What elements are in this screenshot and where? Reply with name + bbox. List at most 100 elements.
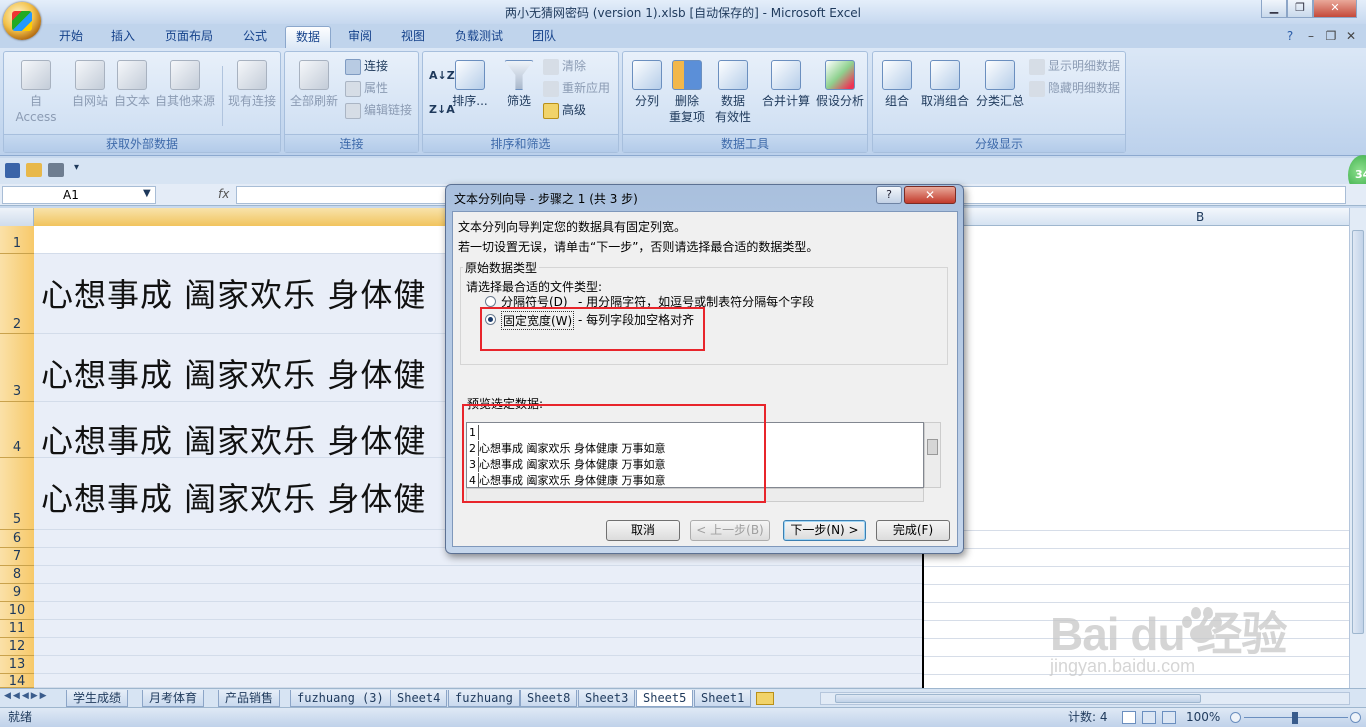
table-row[interactable] (34, 674, 922, 688)
tab-home[interactable]: 开始 (48, 26, 94, 48)
what-if-analysis-button[interactable]: 假设分析 (813, 60, 867, 109)
show-detail-button[interactable]: 显示明细数据 (1029, 58, 1120, 75)
subtotal-button[interactable]: 分类汇总 (973, 60, 1027, 109)
tab-formulas[interactable]: 公式 (232, 26, 278, 48)
tab-data[interactable]: 数据 (285, 26, 331, 48)
zoom-out-icon[interactable] (1230, 712, 1241, 723)
name-box[interactable]: A1 (2, 186, 156, 204)
sheet-tab[interactable]: 学生成绩 (66, 690, 129, 707)
insert-function-icon[interactable]: fx (160, 186, 236, 204)
window-title: 两小无猜网密码 (version 1).xlsb [自动保存的] - Micro… (504, 6, 862, 20)
tab-review[interactable]: 审阅 (337, 26, 383, 48)
table-row[interactable] (34, 566, 922, 584)
edit-links-button[interactable]: 编辑链接 (345, 102, 412, 119)
tab-page-layout[interactable]: 页面布局 (154, 26, 224, 48)
group-get-external-data: 自 Access 自网站 自文本 自其他来源 现有连接 获取外部数据 (3, 51, 281, 153)
sheet-tab[interactable]: 产品销售 (218, 690, 281, 707)
insert-sheet-icon[interactable] (756, 692, 774, 705)
table-row[interactable] (34, 584, 922, 602)
cancel-button[interactable]: 取消 (606, 520, 680, 541)
ribbon-help-icon[interactable]: ? (1280, 26, 1300, 48)
baidu-watermark: Bai du 经验 jingyan.baidu.com (1050, 598, 1290, 688)
office-logo-icon (12, 11, 32, 31)
horizontal-scrollbar-thumb[interactable] (835, 694, 1201, 703)
tab-team[interactable]: 团队 (521, 26, 567, 48)
from-text-button[interactable]: 自文本 (110, 60, 154, 109)
sheet-tab[interactable]: Sheet3 (578, 690, 636, 707)
from-access-button[interactable]: 自 Access (8, 60, 64, 125)
page-break-view-icon[interactable] (1162, 711, 1176, 724)
data-validation-button[interactable]: 数据 有效性 (711, 60, 755, 125)
sheet-tab-active[interactable]: Sheet5 (636, 690, 694, 707)
dialog-description: 文本分列向导判定您的数据具有固定列宽。 (458, 220, 687, 234)
tab-load-test[interactable]: 负载测试 (444, 26, 514, 48)
tab-insert[interactable]: 插入 (100, 26, 146, 48)
hide-detail-button[interactable]: 隐藏明细数据 (1029, 80, 1120, 97)
vertical-scrollbar[interactable] (1349, 208, 1366, 688)
consolidate-icon (771, 60, 801, 90)
print-icon[interactable] (48, 163, 64, 177)
next-button[interactable]: 下一步(N) > (783, 520, 866, 541)
existing-connections-button[interactable]: 现有连接 (224, 60, 280, 109)
group-button[interactable]: 组合 (877, 60, 917, 109)
minimize-button[interactable]: ▁ (1261, 0, 1287, 18)
table-row[interactable] (34, 656, 922, 674)
office-button[interactable] (3, 2, 41, 40)
zoom-level[interactable]: 100% (1186, 708, 1220, 727)
refresh-all-button[interactable]: 全部刷新 (287, 60, 341, 109)
back-button[interactable]: < 上一步(B) (690, 520, 770, 541)
select-all-corner[interactable] (0, 208, 34, 226)
scrollbar-thumb[interactable] (1352, 230, 1364, 634)
sort-button[interactable]: 排序... (449, 60, 491, 109)
ribbon-restore-button[interactable]: ❐ (1322, 26, 1340, 48)
column-header-b[interactable]: B (1196, 210, 1204, 224)
sheet-tab[interactable]: Sheet4 (390, 690, 448, 707)
clear-filter-button[interactable]: 清除 (543, 58, 586, 75)
dialog-help-button[interactable]: ? (876, 186, 902, 204)
sheet-tab[interactable]: fuzhuang (448, 690, 520, 707)
text-to-columns-button[interactable]: 分列 (627, 60, 667, 109)
table-row[interactable] (34, 602, 922, 620)
open-folder-icon[interactable] (26, 163, 42, 177)
table-row[interactable] (34, 620, 922, 638)
sheet-tab[interactable]: Sheet8 (520, 690, 578, 707)
ungroup-button[interactable]: 取消组合 (917, 60, 973, 109)
group-label-sort-filter: 排序和筛选 (423, 134, 618, 152)
finish-button[interactable]: 完成(F) (876, 520, 950, 541)
qat-customize-icon[interactable]: ▾ (74, 162, 79, 173)
advanced-filter-button[interactable]: 高级 (543, 102, 586, 119)
from-other-sources-button[interactable]: 自其他来源 (152, 60, 218, 109)
save-icon[interactable] (5, 163, 20, 178)
dialog-close-button[interactable]: ✕ (904, 186, 956, 204)
sheet-tab[interactable]: fuzhuang (3) (290, 690, 391, 707)
web-icon (75, 60, 105, 90)
normal-view-icon[interactable] (1122, 711, 1136, 724)
consolidate-button[interactable]: 合并计算 (759, 60, 813, 109)
table-row[interactable] (34, 638, 922, 656)
restore-button[interactable]: ❐ (1287, 0, 1313, 18)
horizontal-scrollbar[interactable] (820, 692, 1350, 705)
sheet-tab[interactable]: Sheet1 (694, 690, 752, 707)
name-box-dropdown-icon[interactable]: ▼ (143, 186, 151, 202)
ribbon-minimize-button[interactable]: – (1302, 26, 1320, 48)
filter-button[interactable]: 筛选 (499, 60, 539, 109)
remove-duplicates-button[interactable]: 删除 重复项 (667, 60, 707, 125)
remove-duplicates-icon (672, 60, 702, 90)
gridline (924, 548, 1356, 549)
page-layout-view-icon[interactable] (1142, 711, 1156, 724)
preview-scroll-thumb[interactable] (927, 439, 938, 455)
sheet-nav-arrows-icon[interactable]: ◀◀◀▶▶ (4, 691, 49, 701)
preview-vertical-scrollbar[interactable] (924, 422, 941, 488)
ribbon-close-button[interactable]: ✕ (1342, 26, 1360, 48)
tab-view[interactable]: 视图 (390, 26, 436, 48)
reapply-button[interactable]: 重新应用 (543, 80, 610, 97)
from-web-button[interactable]: 自网站 (68, 60, 112, 109)
separator (222, 66, 223, 126)
radio-delimited[interactable] (485, 296, 496, 307)
properties-button[interactable]: 属性 (345, 80, 388, 97)
sheet-tab[interactable]: 月考体育 (142, 690, 205, 707)
zoom-slider-thumb[interactable] (1292, 712, 1298, 724)
connections-button[interactable]: 连接 (345, 58, 388, 75)
zoom-in-icon[interactable] (1350, 712, 1361, 723)
close-window-button[interactable]: ✕ (1313, 0, 1357, 18)
